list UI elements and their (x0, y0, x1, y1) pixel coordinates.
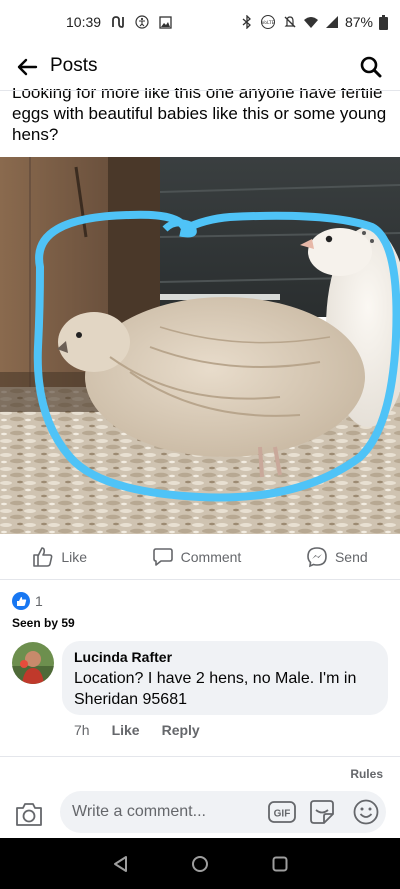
sticker-icon (310, 800, 334, 824)
gif-icon: GIF (268, 801, 296, 823)
square-recents-icon (272, 856, 288, 872)
comment-time: 7h (74, 722, 90, 738)
status-time: 10:39 (66, 14, 102, 30)
sticker-button[interactable] (308, 798, 336, 826)
wifi-icon (303, 15, 319, 29)
like-label: Like (61, 548, 87, 565)
comment-text: Location? I have 2 hens, no Male. I'm in… (74, 670, 357, 708)
page-title: Posts (50, 55, 98, 76)
comment-bubble-icon (152, 547, 173, 566)
post-text: Looking for more like this one anyone ha… (12, 88, 387, 144)
post-action-bar: Like Comment Send (0, 534, 400, 580)
smiley-icon (353, 799, 379, 825)
comment-button[interactable]: Comment (142, 540, 252, 574)
thumbs-up-icon (33, 546, 53, 567)
comment-composer: GIF (0, 786, 400, 838)
search-button[interactable] (356, 52, 386, 82)
send-button[interactable]: Send (296, 540, 378, 574)
accessibility-icon (135, 15, 149, 29)
avatar-image (12, 642, 54, 684)
comment-label: Comment (180, 548, 242, 565)
nav-recents-button[interactable] (268, 852, 292, 876)
comment-author[interactable]: Lucinda Rafter (74, 649, 376, 665)
gallery-icon (159, 15, 172, 29)
post-photo[interactable] (0, 157, 400, 534)
nav-back-button[interactable] (108, 852, 132, 876)
rules-divider (0, 756, 400, 757)
quail-photo-image (0, 157, 400, 534)
comment-like-button[interactable]: Like (112, 722, 140, 738)
status-right: VoLTE 87% (241, 14, 388, 30)
comment-meta: 7h Like Reply (74, 722, 200, 738)
comment-reply-button[interactable]: Reply (162, 722, 200, 738)
seen-by-count[interactable]: Seen by 59 (12, 616, 75, 630)
triangle-back-icon (114, 856, 127, 872)
reaction-summary[interactable]: 1 (12, 592, 43, 610)
search-icon (360, 56, 382, 78)
status-bar: 10:39 VoLTE 87% (0, 0, 400, 46)
emoji-button[interactable] (352, 798, 380, 826)
system-nav-bar (0, 838, 400, 889)
nav-home-button[interactable] (188, 852, 212, 876)
camera-icon (16, 803, 42, 826)
gif-button[interactable]: GIF (268, 800, 296, 824)
like-button[interactable]: Like (22, 540, 97, 574)
bluetooth-icon (241, 15, 253, 29)
camera-button[interactable] (14, 800, 44, 828)
post-text-container: Looking for more like this one anyone ha… (0, 88, 400, 156)
send-label: Send (334, 548, 368, 565)
reaction-count: 1 (35, 593, 43, 609)
commenter-avatar[interactable] (12, 642, 54, 684)
messenger-icon (307, 546, 327, 567)
nfc-icon (111, 15, 125, 29)
svg-text:VoLTE: VoLTE (261, 20, 274, 26)
rules-link[interactable]: Rules (350, 767, 383, 781)
top-header: Posts (0, 46, 400, 88)
back-button[interactable] (12, 52, 42, 82)
circle-home-icon (192, 856, 208, 872)
mute-icon (283, 15, 297, 29)
header-divider (0, 90, 400, 91)
status-left: 10:39 (66, 14, 172, 30)
like-reaction-icon (12, 592, 30, 610)
comment-bubble[interactable]: Lucinda Rafter Location? I have 2 hens, … (62, 641, 388, 715)
svg-text:GIF: GIF (274, 809, 291, 820)
battery-percent: 87% (344, 14, 373, 30)
comment-input[interactable] (60, 791, 386, 833)
volte-icon: VoLTE (259, 15, 277, 29)
signal-icon (325, 15, 339, 29)
arrow-left-icon (17, 58, 38, 76)
battery-icon (379, 14, 388, 30)
